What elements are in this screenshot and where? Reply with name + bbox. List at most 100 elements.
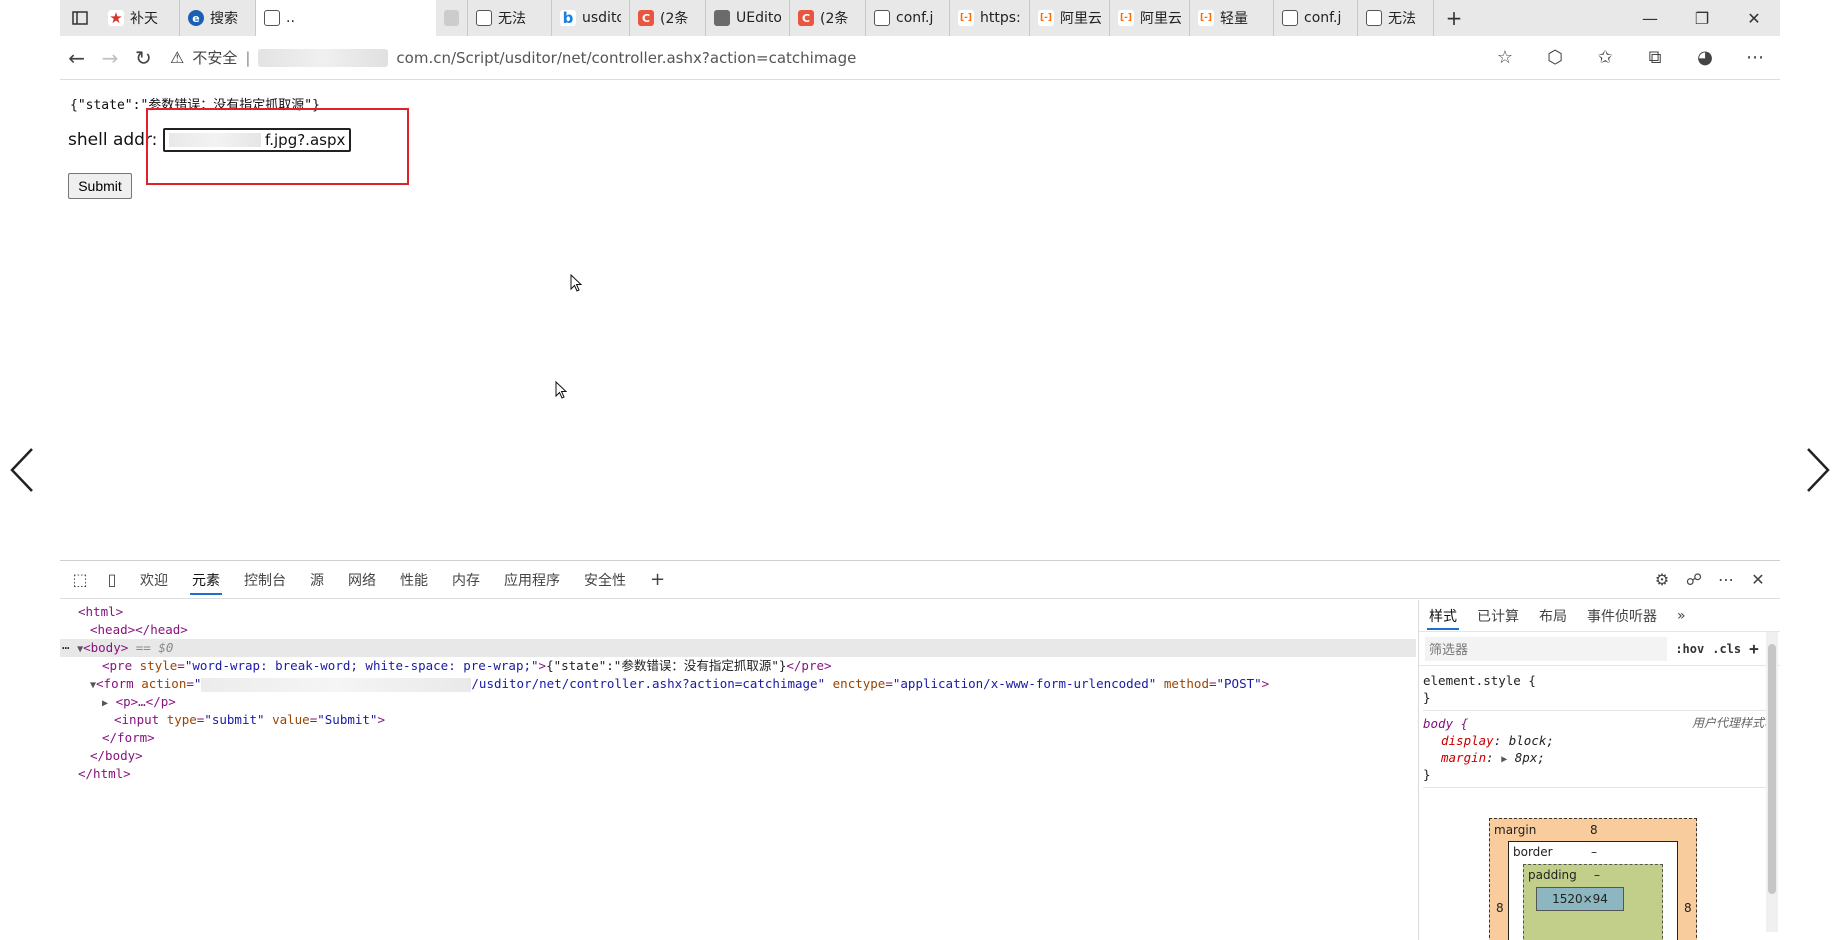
browser-tab[interactable]: [-] 轻量 (1190, 0, 1274, 36)
node-menu-dots[interactable]: ⋯ (62, 640, 77, 655)
browser-tab[interactable]: e 搜索 (180, 0, 256, 36)
devtools-tab[interactable]: 安全性 (572, 561, 638, 599)
dom-node-body[interactable]: ⋯ ▼<body> == $0 (60, 639, 1416, 657)
dom-node-pre[interactable]: <pre style="word-wrap: break-word; white… (60, 657, 1416, 675)
close-devtools-icon[interactable]: ✕ (1742, 561, 1774, 599)
margin-left-value[interactable]: 8 (1496, 901, 1504, 915)
tab-title: UEdito (736, 10, 781, 26)
settings-gear-icon[interactable]: ⚙ (1646, 561, 1678, 599)
refresh-icon[interactable]: ↻ (127, 38, 160, 78)
border-value[interactable]: – (1591, 845, 1597, 859)
styles-tab[interactable]: 样式 (1419, 600, 1467, 632)
styles-tab[interactable]: 已计算 (1467, 600, 1529, 632)
minimize-icon[interactable]: — (1624, 0, 1676, 36)
feedback-icon[interactable]: ☍ (1678, 561, 1710, 599)
dom-node-head[interactable]: <head></head> (60, 621, 1416, 639)
submit-button[interactable]: Submit (68, 173, 132, 199)
body-selector[interactable]: body { (1423, 716, 1468, 731)
insecure-label: 不安全 (192, 49, 238, 67)
tab-actions-button[interactable] (60, 0, 100, 36)
devtools-tab[interactable]: 控制台 (232, 561, 298, 599)
box-model-content[interactable]: 1520×94 (1536, 887, 1624, 911)
avatar-favicon-icon (714, 10, 730, 26)
browser-tab[interactable]: b usdito (552, 0, 630, 36)
more-tools-icon[interactable]: ⋯ (1710, 561, 1742, 599)
devtools-tab[interactable]: 元素 (180, 561, 232, 599)
browser-tab[interactable]: ★ 补天 (100, 0, 180, 36)
margin-right-value[interactable]: 8 (1684, 901, 1692, 915)
browser-tab[interactable]: conf.j (1274, 0, 1358, 36)
blur-favicon-icon (444, 10, 459, 26)
c-favicon-icon: C (798, 10, 814, 26)
display-property[interactable]: display: block; (1423, 732, 1776, 749)
browser-tab[interactable]: [-] 阿里云 (1110, 0, 1190, 36)
device-emulation-icon[interactable]: ▯ (96, 561, 128, 599)
viewer-prev-icon[interactable] (8, 445, 38, 495)
dom-node-form[interactable]: ▼<form action="/usditor/net/controller.a… (60, 675, 1416, 693)
close-window-icon[interactable]: ✕ (1728, 0, 1780, 36)
address-bar[interactable]: ⚠ 不安全 | com.cn/Script/usditor/net/contro… (160, 41, 1480, 75)
devtools-tab[interactable]: 源 (298, 561, 336, 599)
dom-node-form-close[interactable]: </form> (60, 729, 1416, 747)
browser-tab[interactable]: C (2条 (630, 0, 706, 36)
devtools-tabbar: ⬚ ▯ 欢迎 元素 控制台源网络 性能 内存 应用程序 安全性 + ⚙ ☍ ⋯ ✕ (60, 561, 1780, 599)
element-style-selector[interactable]: element.style { (1423, 672, 1776, 689)
favorites-icon[interactable]: ✩ (1580, 38, 1630, 78)
attr-value: "application/x-www-form-urlencoded" (892, 676, 1157, 691)
attr-name: style (139, 658, 178, 673)
back-icon[interactable]: ← (60, 38, 93, 78)
forward-icon[interactable]: → (93, 38, 126, 78)
styles-filter-input[interactable]: 筛选器 (1425, 636, 1668, 661)
new-rule-button[interactable]: + (1749, 639, 1759, 658)
new-tab-button[interactable]: + (1434, 0, 1474, 36)
tab-title: 阿里云 (1060, 11, 1101, 27)
devtools-tab[interactable]: 网络 (336, 561, 388, 599)
browser-tab[interactable]: C (2条 (790, 0, 866, 36)
styles-tab[interactable]: 布局 (1529, 600, 1577, 632)
profile-avatar[interactable]: ◕ (1680, 38, 1730, 78)
restore-icon[interactable]: ❐ (1676, 0, 1728, 36)
devtools-tab[interactable]: 内存 (440, 561, 492, 599)
dom-node-p[interactable]: ▶ <p>…</p> (60, 693, 1416, 711)
padding-value[interactable]: – (1594, 868, 1600, 882)
browser-tab[interactable]: .. (256, 0, 436, 36)
browser-tab[interactable]: [-] 阿里云 (1030, 0, 1110, 36)
devtools-tab[interactable]: 欢迎 (128, 561, 180, 599)
styles-scrollbar[interactable] (1766, 632, 1778, 932)
hov-button[interactable]: :hov (1675, 642, 1704, 656)
add-tool-button[interactable]: + (638, 561, 677, 599)
body-rule-header: body { 用户代理样式表 (1423, 715, 1776, 732)
devtools-tab[interactable]: 性能 (388, 561, 440, 599)
cls-button[interactable]: .cls (1712, 642, 1741, 656)
more-panels-icon[interactable]: » (1667, 600, 1696, 632)
browser-tab[interactable]: 无法 (1358, 0, 1434, 36)
tab-title: conf.j (1304, 10, 1342, 26)
collections-icon[interactable]: ⧉ (1630, 38, 1680, 78)
browser-tab[interactable]: 无法 (468, 0, 552, 36)
scrollbar-thumb[interactable] (1768, 644, 1776, 894)
browser-tab[interactable]: UEdito (706, 0, 790, 36)
viewer-next-icon[interactable] (1802, 445, 1832, 495)
expand-triangle-icon[interactable]: ▶ (1501, 754, 1507, 765)
browser-tab[interactable] (436, 0, 468, 36)
attr-value: "word-wrap: break-word; white-space: pre… (184, 658, 539, 673)
margin-property[interactable]: margin: ▶ 8px; (1423, 749, 1776, 766)
dom-node-html-close[interactable]: </html> (60, 765, 1416, 783)
dom-node-input[interactable]: <input type="submit" value="Submit"> (60, 711, 1416, 729)
inspect-element-icon[interactable]: ⬚ (64, 561, 96, 599)
devtools-tab[interactable]: 应用程序 (492, 561, 572, 599)
dom-node-body-close[interactable]: </body> (60, 747, 1416, 765)
box-model-diagram: margin 8 8 8 border – padding – 1520×94 (1489, 818, 1697, 940)
styles-tab[interactable]: 事件侦听器 (1577, 600, 1667, 632)
more-menu-icon[interactable]: ⋯ (1730, 38, 1780, 78)
extensions-icon[interactable]: ⬡ (1530, 38, 1580, 78)
styles-tab-list: 样式 已计算 布局 事件侦听器 (1419, 600, 1667, 632)
browser-tab[interactable]: [-] https: (950, 0, 1030, 36)
margin-top-value[interactable]: 8 (1590, 823, 1598, 837)
dom-node-html[interactable]: <html> (60, 603, 1416, 621)
collapse-triangle-icon[interactable]: ▶ (102, 698, 108, 709)
add-favorite-icon[interactable]: ☆ (1480, 38, 1530, 78)
tab-title: (2条 (820, 11, 849, 27)
attr-name: type (166, 712, 197, 727)
browser-tab[interactable]: conf.j (866, 0, 950, 36)
